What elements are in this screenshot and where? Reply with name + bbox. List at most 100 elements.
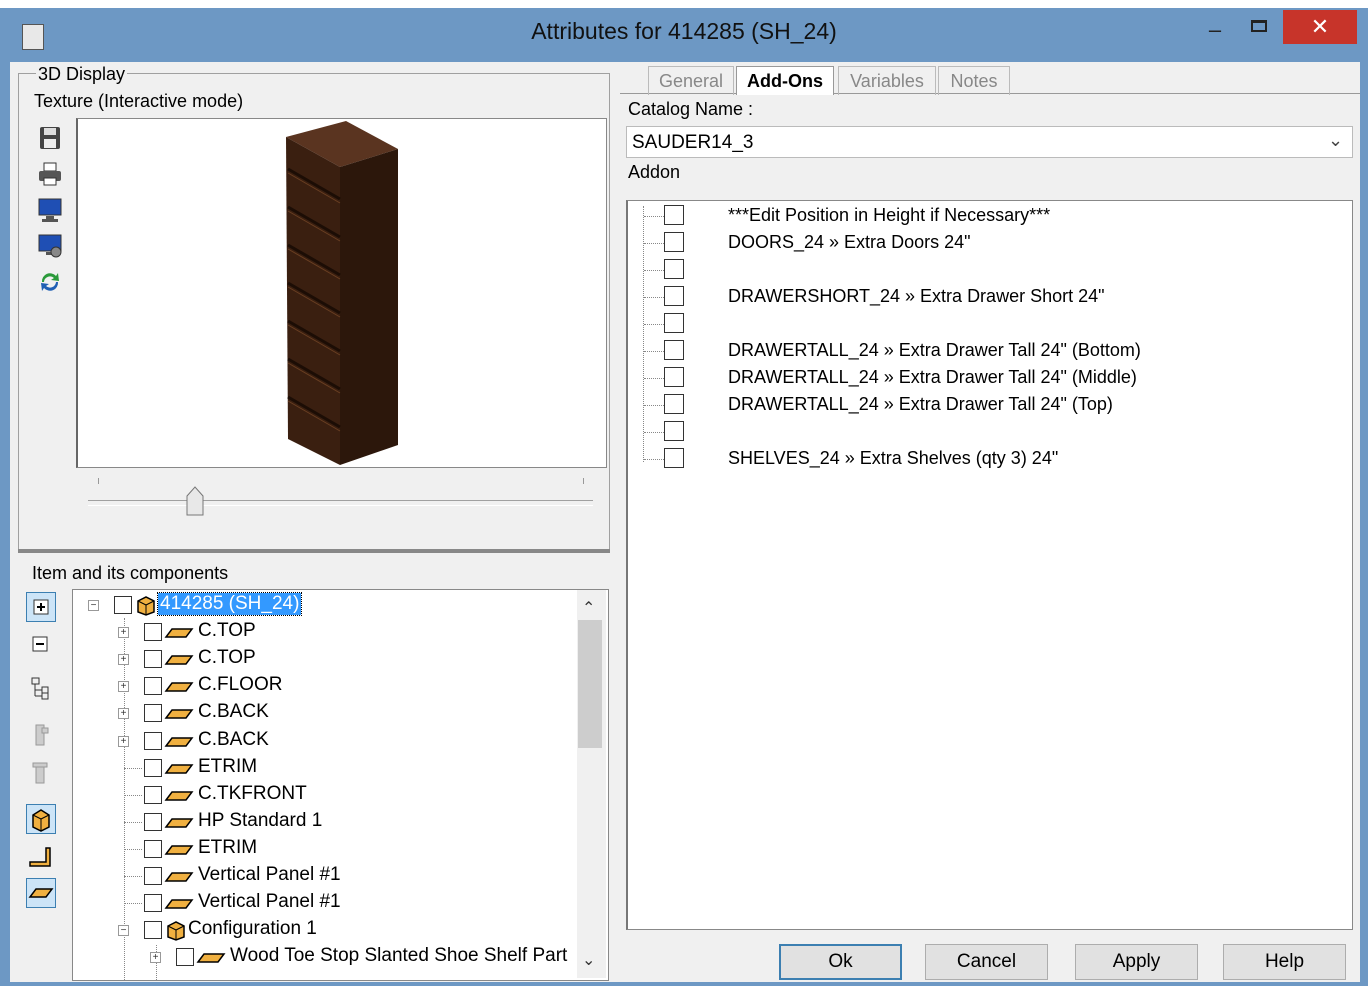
expand-icon[interactable]: + xyxy=(118,708,129,719)
tree-item-checkbox[interactable] xyxy=(144,840,162,858)
tab-variables[interactable]: Variables xyxy=(838,66,936,95)
zoom-slider-track[interactable] xyxy=(88,500,593,506)
tree-item-checkbox[interactable] xyxy=(144,732,162,750)
tree-item-checkbox[interactable] xyxy=(114,596,132,614)
tree-guide-line xyxy=(124,903,142,904)
addon-checkbox[interactable] xyxy=(664,313,684,333)
tree-view-icon[interactable] xyxy=(26,674,56,704)
addon-item-label: DRAWERTALL_24 » Extra Drawer Tall 24" (B… xyxy=(728,340,1141,360)
addon-guide-line xyxy=(644,270,664,271)
addon-guide-line xyxy=(644,297,664,298)
addon-guide-line xyxy=(643,206,644,462)
tree-item-checkbox[interactable] xyxy=(144,623,162,641)
tree-scrollbar-thumb[interactable] xyxy=(578,620,602,748)
addon-checkbox[interactable] xyxy=(664,259,684,279)
tree-guide-line xyxy=(124,822,142,823)
tree-item-checkbox[interactable] xyxy=(144,677,162,695)
expand-icon[interactable]: + xyxy=(118,681,129,692)
tab-general[interactable]: General xyxy=(648,66,734,95)
scroll-up-icon[interactable]: ⌃ xyxy=(582,598,595,618)
3d-viewport[interactable] xyxy=(76,118,607,468)
scroll-down-icon[interactable]: ⌄ xyxy=(582,950,595,970)
tree-item-checkbox[interactable] xyxy=(144,786,162,804)
print-icon[interactable] xyxy=(36,160,64,188)
addon-guide-line xyxy=(644,351,664,352)
cancel-button[interactable]: Cancel xyxy=(925,944,1048,980)
addon-item-label: DRAWERTALL_24 » Extra Drawer Tall 24" (T… xyxy=(728,394,1113,414)
addon-guide-line xyxy=(644,243,664,244)
tree-guide-line xyxy=(124,849,142,850)
addon-checkbox[interactable] xyxy=(664,286,684,306)
addon-item-label: ***Edit Position in Height if Necessary*… xyxy=(728,205,1051,225)
tree-item-checkbox[interactable] xyxy=(144,704,162,722)
tree-item-checkbox[interactable] xyxy=(144,867,162,885)
monitor-icon[interactable] xyxy=(36,196,64,224)
expand-icon[interactable]: + xyxy=(150,952,161,963)
tree-guide-line xyxy=(124,768,142,769)
addon-checkbox[interactable] xyxy=(664,205,684,225)
tab-notes[interactable]: Notes xyxy=(938,66,1010,95)
tree-item-checkbox[interactable] xyxy=(144,759,162,777)
ok-button[interactable]: Ok xyxy=(779,944,902,980)
window-title: Attributes for 414285 (SH_24) xyxy=(531,18,837,44)
chevron-down-icon[interactable]: ⌄ xyxy=(1328,130,1343,151)
tree-item-label: C.TOP xyxy=(198,647,256,668)
refresh-icon[interactable] xyxy=(36,268,64,296)
tree-item-label: C.BACK xyxy=(198,729,269,750)
monitor-settings-icon[interactable] xyxy=(36,232,64,260)
addon-checkbox[interactable] xyxy=(664,232,684,252)
catalog-name-value: SAUDER14_3 xyxy=(632,132,754,153)
maximize-button[interactable] xyxy=(1245,16,1273,40)
slider-tick xyxy=(98,478,99,484)
expand-icon[interactable]: + xyxy=(118,627,129,638)
tree-item-label: ETRIM xyxy=(198,756,258,777)
tree-item-label: Wood Toe Stop Slanted Shoe Shelf Part xyxy=(230,945,568,966)
tree-guide-line xyxy=(124,876,142,877)
save-icon[interactable] xyxy=(36,124,64,152)
addon-guide-line xyxy=(644,405,664,406)
addon-item-label: DRAWERTALL_24 » Extra Drawer Tall 24" (M… xyxy=(728,367,1137,387)
panel-icon[interactable] xyxy=(26,878,56,908)
addon-guide-line xyxy=(644,459,664,460)
tree-guide-line xyxy=(124,795,142,796)
3d-display-label: 3D Display xyxy=(36,64,128,85)
expand-all-icon[interactable] xyxy=(26,592,56,622)
tree-item-label: ETRIM xyxy=(198,837,258,858)
expand-icon[interactable]: + xyxy=(118,654,129,665)
addon-checkbox[interactable] xyxy=(664,421,684,441)
panel-icon xyxy=(164,845,194,855)
cube-icon[interactable] xyxy=(26,804,56,834)
angle-icon[interactable] xyxy=(26,842,56,872)
panel-icon xyxy=(164,872,194,882)
tree-item-checkbox[interactable] xyxy=(144,921,162,939)
maximize-icon xyxy=(1251,20,1267,32)
tree-item-checkbox[interactable] xyxy=(144,650,162,668)
collapse-all-icon[interactable] xyxy=(26,630,56,660)
panel-splitter[interactable] xyxy=(18,549,610,553)
addon-list[interactable] xyxy=(626,200,1353,930)
addon-checkbox[interactable] xyxy=(664,394,684,414)
tree-item-label: C.TKFRONT xyxy=(198,783,307,804)
minimize-button[interactable]: – xyxy=(1200,19,1230,41)
addon-checkbox[interactable] xyxy=(664,367,684,387)
addon-item-label: SHELVES_24 » Extra Shelves (qty 3) 24" xyxy=(728,448,1059,468)
addon-checkbox[interactable] xyxy=(664,340,684,360)
tree-item-label: 414285 (SH_24) xyxy=(156,592,303,616)
collapse-icon[interactable]: − xyxy=(118,925,129,936)
part-disabled-icon[interactable] xyxy=(26,758,56,788)
collapse-icon[interactable]: − xyxy=(88,600,99,611)
apply-button[interactable]: Apply xyxy=(1075,944,1198,980)
tree-item-label: HP Standard 1 xyxy=(198,810,323,831)
expand-icon[interactable]: + xyxy=(118,736,129,747)
part-disabled-icon[interactable] xyxy=(26,720,56,750)
bookcase-model-render xyxy=(286,121,398,465)
item-components-label: Item and its components xyxy=(32,563,229,583)
help-button[interactable]: Help xyxy=(1223,944,1346,980)
addon-checkbox[interactable] xyxy=(664,448,684,468)
tree-item-checkbox[interactable] xyxy=(144,813,162,831)
tree-item-checkbox[interactable] xyxy=(144,894,162,912)
tab-add-ons[interactable]: Add-Ons xyxy=(736,66,834,95)
tree-item-checkbox[interactable] xyxy=(176,948,194,966)
close-button[interactable]: ✕ xyxy=(1283,10,1357,44)
zoom-slider-thumb[interactable] xyxy=(186,486,204,516)
